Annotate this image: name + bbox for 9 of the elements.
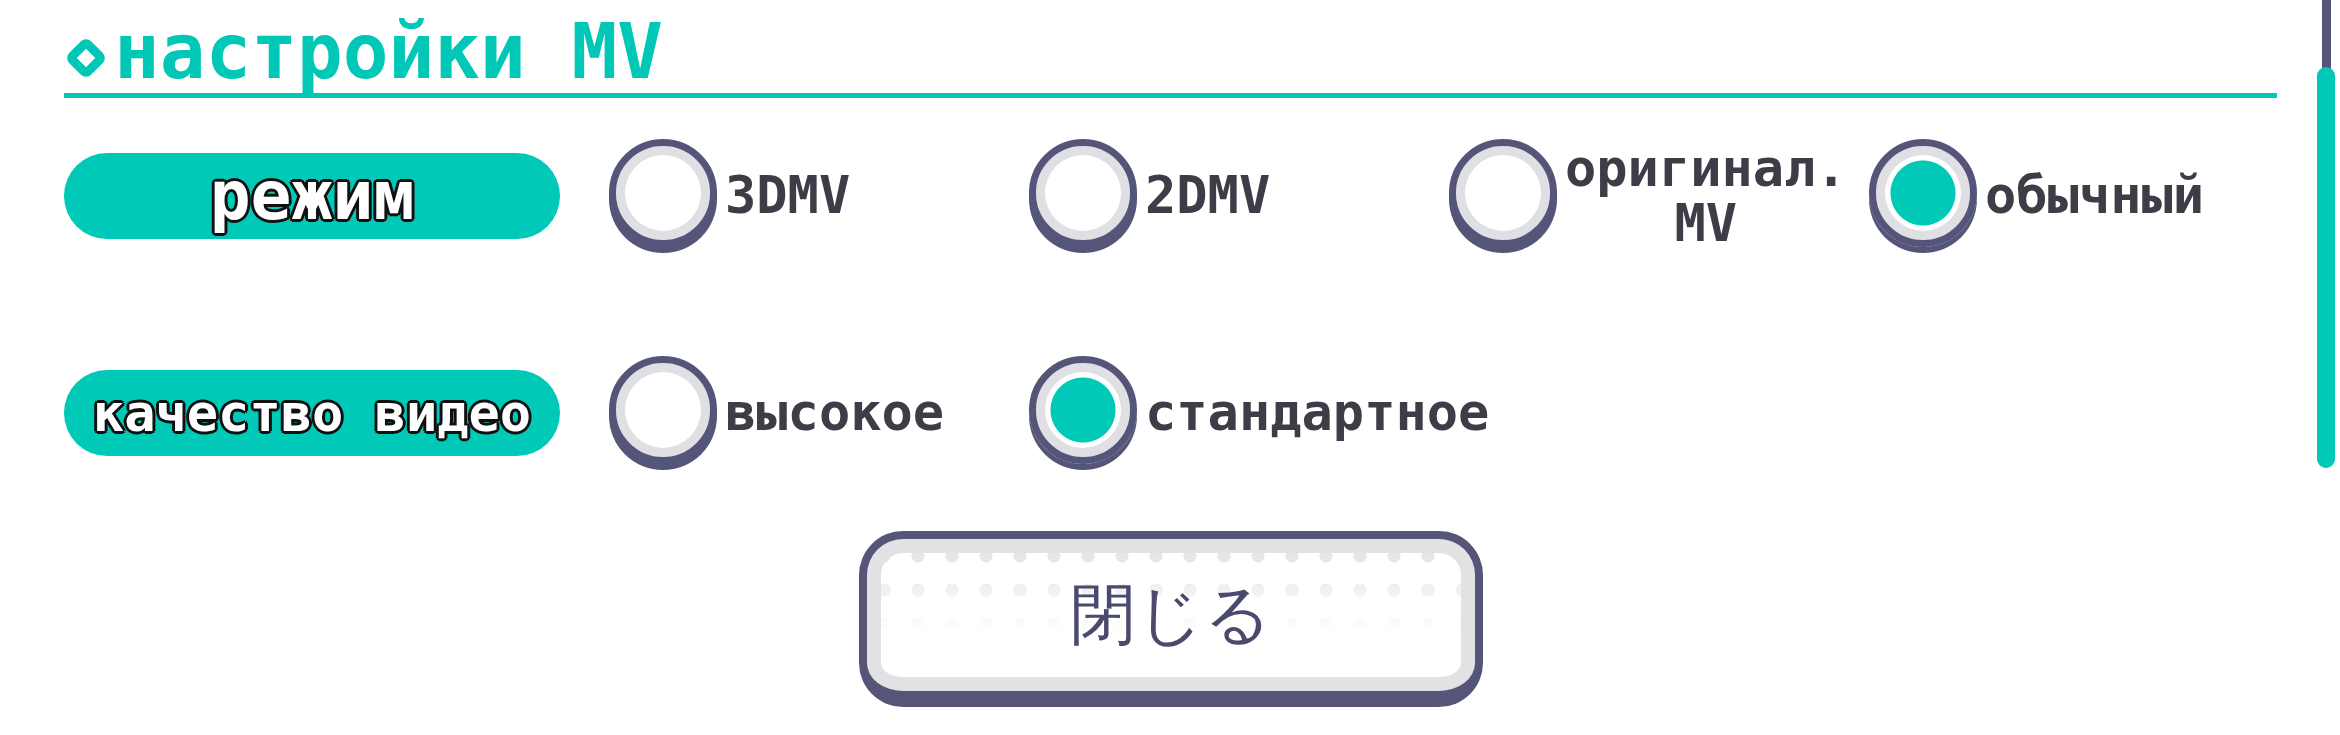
option-label[interactable]: 2DMV bbox=[1145, 168, 1271, 223]
setting-label: качество видео bbox=[64, 369, 560, 456]
option-label[interactable]: оригинал. MV bbox=[1565, 140, 1847, 251]
option-label[interactable]: обычный bbox=[1985, 168, 2205, 223]
close-button[interactable]: 閉じる bbox=[858, 531, 1483, 707]
setting-label: режим bbox=[64, 152, 560, 239]
option-label[interactable]: 3DMV bbox=[725, 168, 851, 223]
option-label[interactable]: высокое bbox=[725, 385, 945, 440]
option-label[interactable]: стандартное bbox=[1145, 385, 1490, 440]
